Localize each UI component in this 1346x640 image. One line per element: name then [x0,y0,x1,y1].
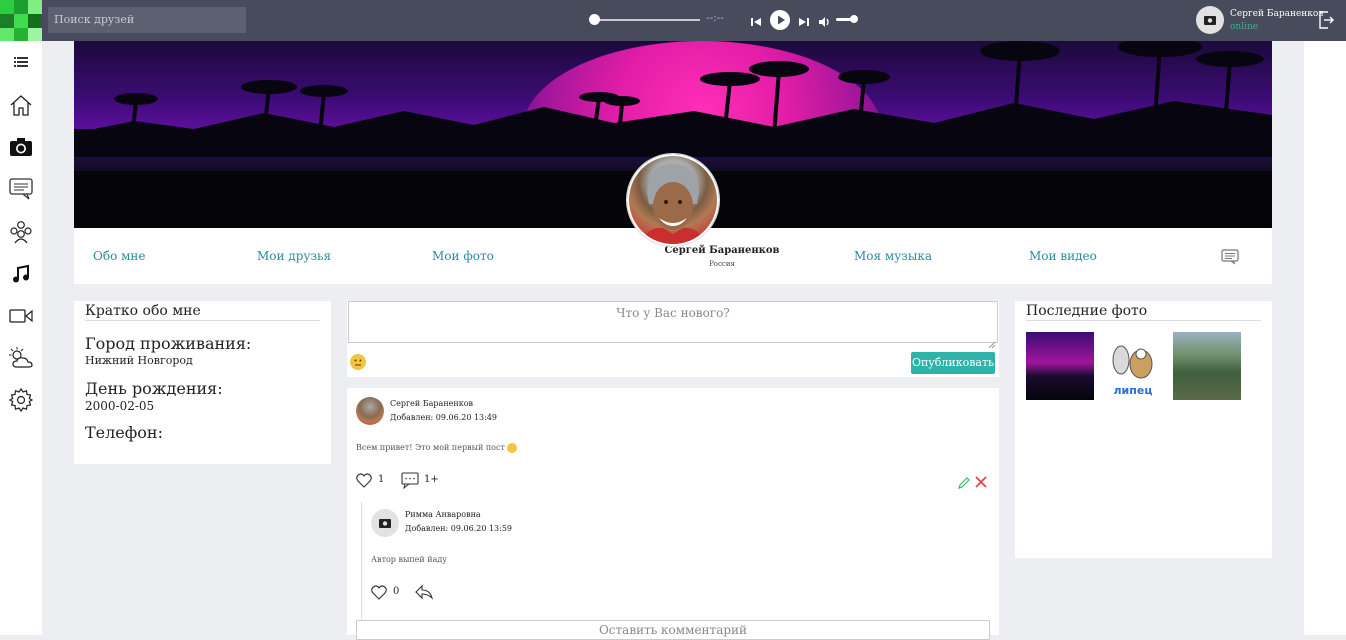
comment-author[interactable]: Римма Анваровна [405,510,481,519]
phone-label: Телефон: [85,423,163,442]
post-card: Сергей Бараненков Добавлен: 09.06.20 13:… [347,388,999,635]
about-card: Кратко обо мне Город проживания: Нижний … [74,301,331,464]
home-icon[interactable] [7,91,35,119]
camera-placeholder-icon [1204,16,1216,25]
publish-button[interactable]: Опубликовать [911,352,995,374]
post-text: Всем привет! Это мой первый пост [356,443,505,452]
friends-icon[interactable] [7,218,35,246]
birthday-value: 2000-02-05 [85,399,155,413]
recent-photos-card: Последние фото липец [1015,301,1272,558]
comment-date: Добавлен: 09.06.20 13:59 [405,524,513,533]
profile-avatar[interactable] [627,154,719,246]
menu-icon[interactable] [7,48,35,76]
emoji-picker-icon[interactable] [350,354,366,370]
volume-icon[interactable] [818,13,832,32]
comment-author-avatar[interactable] [371,509,399,537]
comment-like-icon[interactable] [371,585,387,604]
comment-like-count: 0 [393,586,400,597]
nav-videos[interactable]: Мои видео [1029,249,1097,263]
comment-input[interactable]: Оставить комментарий [356,620,990,640]
divider [1026,320,1261,321]
about-title: Кратко обо мне [85,303,201,319]
camera-placeholder-icon [379,519,391,528]
smile-emoji-icon [507,443,517,453]
like-icon[interactable] [356,473,372,492]
comment-thread-line [361,502,362,635]
nav-friends[interactable]: Мои друзья [257,249,331,263]
volume-handle[interactable] [850,15,858,23]
logout-icon[interactable] [1318,11,1334,33]
post-author[interactable]: Сергей Бараненков [390,399,473,408]
like-count: 1 [378,474,385,485]
edit-icon[interactable] [958,474,970,493]
comment-text: Автор выпей йаду [371,555,448,564]
comments-icon[interactable] [401,472,419,493]
user-status: online [1230,22,1259,32]
delete-icon[interactable] [975,473,987,492]
previous-track-icon[interactable] [750,13,762,32]
seek-handle[interactable] [589,14,600,25]
next-track-icon[interactable] [798,13,810,32]
track-time: --:-- [706,13,724,24]
photo-thumbnail[interactable] [1173,332,1241,400]
nav-photos[interactable]: Мои фото [432,249,494,263]
play-icon[interactable] [770,10,790,34]
settings-icon[interactable] [7,386,35,414]
sticker-caption: липец [1114,384,1153,397]
sidebar [0,41,42,635]
photo-thumbnail[interactable] [1026,332,1094,400]
messages-icon[interactable] [7,175,35,203]
divider [85,320,320,321]
city-value: Нижний Новгород [85,354,193,367]
message-icon[interactable] [1221,249,1239,269]
app-logo[interactable] [0,0,42,42]
post-author-avatar[interactable] [356,397,384,425]
comment-count: 1+ [424,474,439,485]
weather-icon[interactable] [7,344,35,372]
audio-player: --:-- [588,10,868,30]
photo-thumbnail[interactable]: липец [1099,332,1167,400]
top-bar: Поиск друзей --:-- Сергей Бараненков onl… [0,0,1346,42]
music-icon[interactable] [7,260,35,288]
right-margin [1304,41,1346,635]
search-input[interactable]: Поиск друзей [48,7,246,33]
nav-music[interactable]: Моя музыка [854,249,932,263]
avatar[interactable] [1196,6,1224,34]
reply-icon[interactable] [415,584,434,604]
profile-name: Сергей Бараненков [664,245,780,256]
profile-country: Россия [709,260,735,268]
post-textarea[interactable]: Что у Вас нового? [348,301,998,343]
photos-title: Последние фото [1026,303,1148,319]
nav-about[interactable]: Обо мне [93,249,146,263]
post-date: Добавлен: 09.06.20 13:49 [390,413,498,422]
seek-bar[interactable] [592,19,700,21]
user-name: Сергей Бараненков [1230,9,1324,19]
resize-handle-icon[interactable] [988,334,996,349]
video-icon[interactable] [7,302,35,330]
camera-icon[interactable] [7,133,35,161]
birthday-label: День рождения: [85,379,223,398]
city-label: Город проживания: [85,334,252,353]
